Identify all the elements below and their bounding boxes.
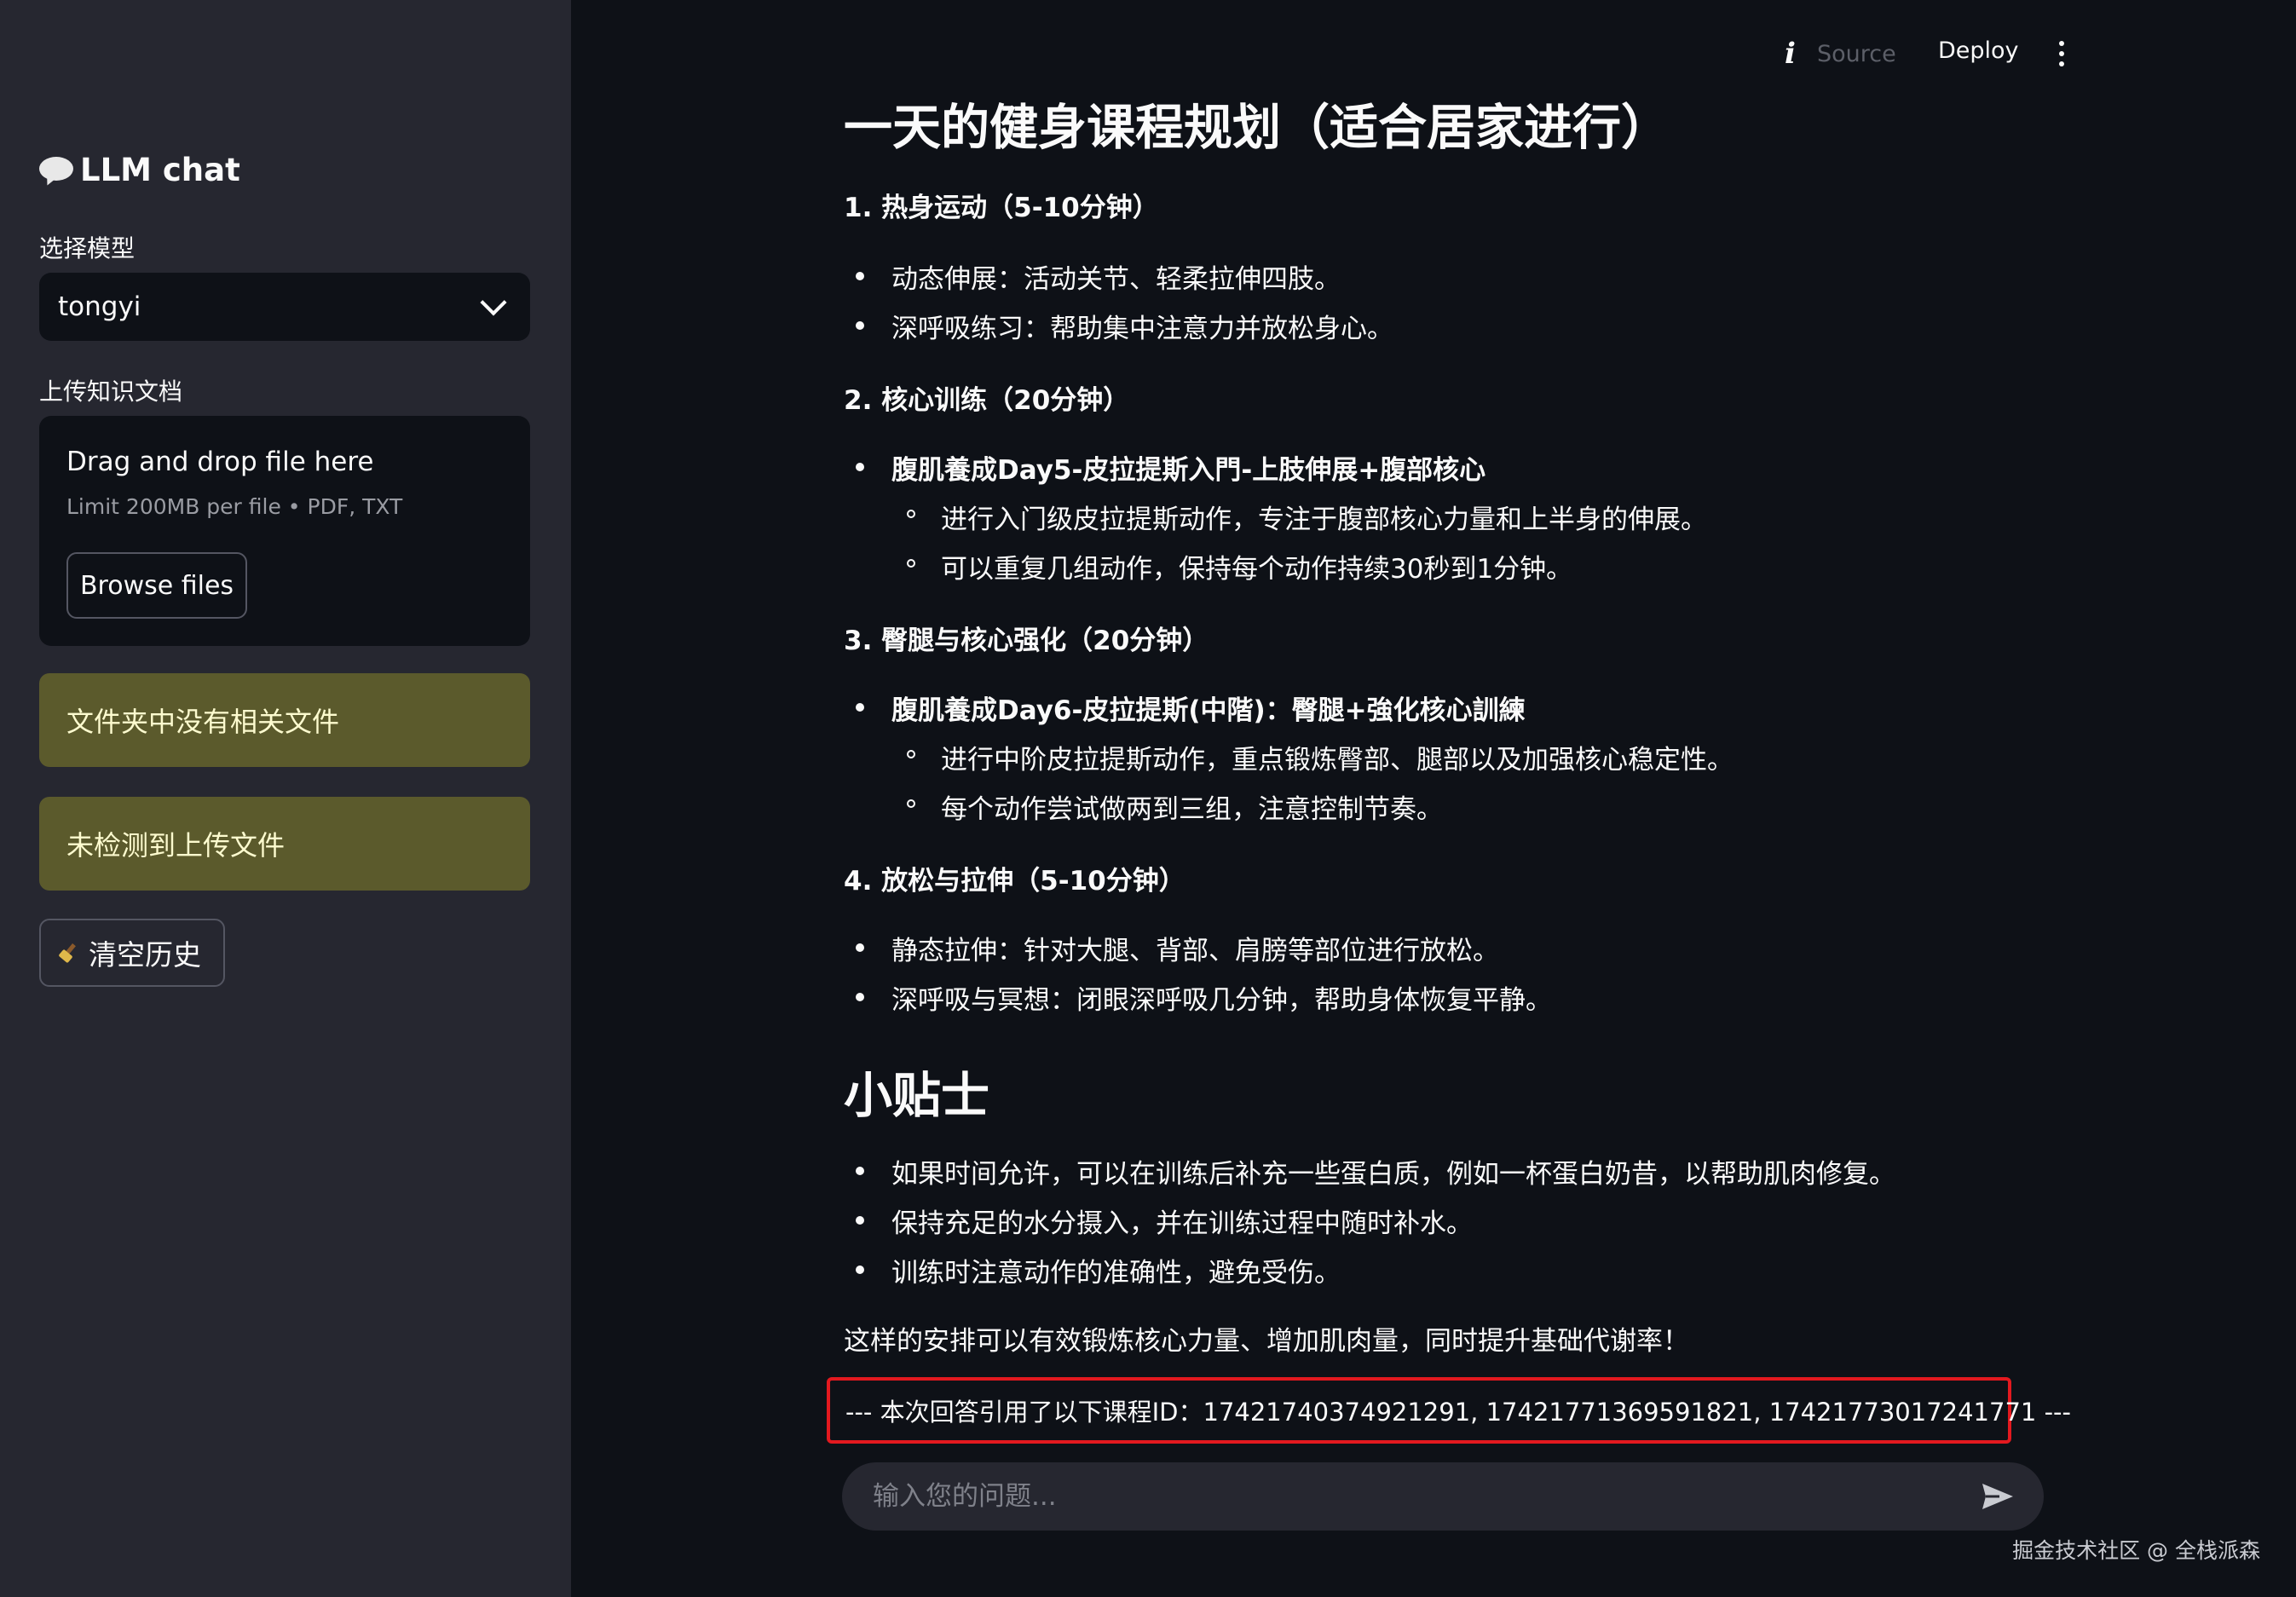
- model-select[interactable]: tongyi: [39, 273, 530, 341]
- deploy-button[interactable]: Deploy: [1938, 37, 2019, 64]
- sub-list-item: 每个动作尝试做两到三组，注意控制节奏。: [907, 787, 1443, 826]
- tips-heading: 小贴士: [844, 1068, 989, 1124]
- browse-files-button[interactable]: Browse files: [66, 552, 247, 619]
- broom-icon: [58, 943, 78, 964]
- citation-box: --- 本次回答引用了以下课程ID：17421740374921291, 174…: [827, 1377, 2071, 1444]
- tip-item: 如果时间允许，可以在训练后补充一些蛋白质，例如一杯蛋白奶昔，以帮助肌肉修复。: [856, 1152, 1895, 1191]
- header-toolbar: i Source Deploy: [1785, 0, 2296, 111]
- sub-list-item: 进行中阶皮拉提斯动作，重点锻炼臀部、腿部以及加强核心稳定性。: [907, 738, 1734, 776]
- source-link-faded: Source: [1817, 41, 1896, 67]
- kebab-menu-icon[interactable]: [2059, 41, 2066, 66]
- list-item: 动态伸展：活动关节、轻柔拉伸四肢。: [856, 257, 1341, 296]
- list-item: 深呼吸与冥想：闭眼深呼吸几分钟，帮助身体恢复平静。: [856, 978, 1552, 1017]
- citation-text: --- 本次回答引用了以下课程ID：17421740374921291, 174…: [845, 1398, 2071, 1427]
- section-heading-1: 1. 热身运动（5-10分钟）: [844, 193, 1159, 223]
- clear-history-label: 清空历史: [89, 938, 201, 971]
- upload-label: 上传知识文档: [39, 378, 183, 406]
- response-title: 一天的健身课程规划（适合居家进行）: [844, 100, 1670, 156]
- warning-no-upload: 未检测到上传文件: [39, 797, 530, 891]
- chevron-down-icon: [480, 289, 507, 316]
- send-icon[interactable]: [1981, 1482, 2015, 1511]
- section-heading-2: 2. 核心训练（20分钟）: [844, 385, 1130, 416]
- sidebar-title: LLM chat: [39, 152, 240, 188]
- watermark: 掘金技术社区 @ 全栈派森: [2012, 1538, 2260, 1563]
- list-item: 静态拉伸：针对大腿、背部、肩膀等部位进行放松。: [856, 929, 1499, 967]
- chat-input-bar: [842, 1462, 2044, 1531]
- clear-history-button[interactable]: 清空历史: [39, 919, 225, 987]
- file-dropzone[interactable]: Drag and drop file here Limit 200MB per …: [39, 416, 530, 646]
- speech-bubble-icon: [39, 156, 73, 187]
- course-item: 腹肌養成Day5-皮拉提斯入門-上肢伸展+腹部核心: [855, 448, 1485, 487]
- list-item: 深呼吸练习：帮助集中注意力并放松身心。: [856, 307, 1393, 345]
- sidebar: LLM chat 选择模型 tongyi 上传知识文档 Drag and dro…: [0, 0, 571, 1597]
- warning-no-files: 文件夹中没有相关文件: [39, 673, 530, 767]
- dropzone-title: Drag and drop file here: [66, 447, 374, 477]
- course-item: 腹肌養成Day6-皮拉提斯(中階)：臀腿+強化核心訓練: [856, 689, 1526, 727]
- info-icon[interactable]: i: [1785, 39, 1803, 68]
- tip-item: 保持充足的水分摄入，并在训练过程中随时补水。: [856, 1202, 1473, 1240]
- section-heading-3: 3. 臀腿与核心强化（20分钟）: [844, 626, 1209, 656]
- summary-text: 这样的安排可以有效锻炼核心力量、增加肌肉量，同时提升基础代谢率！: [844, 1326, 1689, 1357]
- app-title: LLM chat: [80, 152, 240, 188]
- section-heading-4: 4. 放松与拉伸（5-10分钟）: [844, 866, 1185, 897]
- chat-input[interactable]: [871, 1480, 1940, 1513]
- dropzone-limit: Limit 200MB per file • PDF, TXT: [66, 494, 403, 519]
- sub-list-item: 可以重复几组动作，保持每个动作持续30秒到1分钟。: [906, 547, 1572, 585]
- model-select-label: 选择模型: [39, 234, 136, 262]
- model-select-value: tongyi: [58, 291, 141, 322]
- sub-list-item: 进行入门级皮拉提斯动作，专注于腹部核心力量和上半身的伸展。: [907, 498, 1707, 536]
- tip-item: 训练时注意动作的准确性，避免受伤。: [856, 1251, 1341, 1289]
